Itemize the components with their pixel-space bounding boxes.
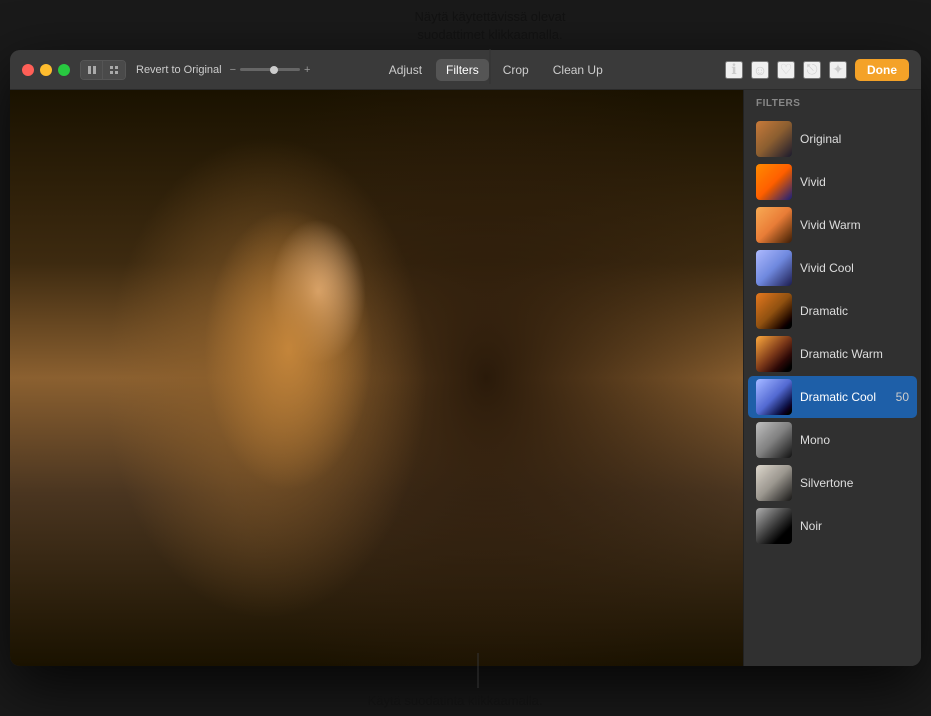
filters-header: FILTERS bbox=[744, 90, 921, 113]
face-button[interactable]: ☺ bbox=[751, 61, 769, 79]
nav-tabs: Adjust Filters Crop Clean Up bbox=[266, 59, 725, 81]
fullscreen-button[interactable] bbox=[58, 64, 70, 76]
minimize-button[interactable] bbox=[40, 64, 52, 76]
filter-name-mono: Mono bbox=[800, 433, 909, 447]
tooltip-bottom: Käytä suodatinta klikkaamalla. bbox=[340, 693, 570, 708]
toolbar-right: ℹ ☺ ♡ ⎋ ✦ Done bbox=[725, 59, 909, 81]
more-button[interactable]: ✦ bbox=[829, 61, 847, 79]
titlebar: Revert to Original − + Adjust Filters Cr… bbox=[10, 50, 921, 90]
filter-thumb-vivid-cool bbox=[756, 250, 792, 286]
filters-panel: FILTERS Original Vivid Vivid Warm Vivid Coo… bbox=[743, 90, 921, 666]
done-button[interactable]: Done bbox=[855, 59, 909, 81]
zoom-slider[interactable] bbox=[240, 68, 300, 71]
filter-thumb-dramatic-warm bbox=[756, 336, 792, 372]
filter-item-original[interactable]: Original bbox=[748, 118, 917, 160]
filter-name-dramatic-warm: Dramatic Warm bbox=[800, 347, 909, 361]
filter-item-dramatic-cool[interactable]: Dramatic Cool 50 bbox=[748, 376, 917, 418]
share-button[interactable]: ⎋ bbox=[803, 61, 821, 79]
filter-thumb-vivid-warm bbox=[756, 207, 792, 243]
content-area: FILTERS Original Vivid Vivid Warm Vivid Coo… bbox=[10, 90, 921, 666]
filter-name-vivid: Vivid bbox=[800, 175, 909, 189]
heart-button[interactable]: ♡ bbox=[777, 61, 795, 79]
view-single-button[interactable] bbox=[81, 61, 103, 79]
tab-filters[interactable]: Filters bbox=[436, 59, 489, 81]
filter-thumb-silvertone bbox=[756, 465, 792, 501]
tab-adjust[interactable]: Adjust bbox=[379, 59, 432, 81]
tab-crop[interactable]: Crop bbox=[493, 59, 539, 81]
info-button[interactable]: ℹ bbox=[725, 61, 743, 79]
filter-item-vivid-cool[interactable]: Vivid Cool bbox=[748, 247, 917, 289]
tab-cleanup[interactable]: Clean Up bbox=[543, 59, 613, 81]
filter-item-dramatic[interactable]: Dramatic bbox=[748, 290, 917, 332]
filter-item-silvertone[interactable]: Silvertone bbox=[748, 462, 917, 504]
filter-value-dramatic-cool: 50 bbox=[896, 390, 909, 404]
filter-item-vivid-warm[interactable]: Vivid Warm bbox=[748, 204, 917, 246]
photo-area bbox=[10, 90, 743, 666]
view-toggle bbox=[80, 60, 126, 80]
filter-name-vivid-cool: Vivid Cool bbox=[800, 261, 909, 275]
zoom-thumb bbox=[270, 66, 278, 74]
filter-item-mono[interactable]: Mono bbox=[748, 419, 917, 461]
filter-list: Original Vivid Vivid Warm Vivid Cool Dramati… bbox=[744, 113, 921, 666]
filter-item-noir[interactable]: Noir bbox=[748, 505, 917, 547]
filter-thumb-dramatic bbox=[756, 293, 792, 329]
filter-thumb-noir bbox=[756, 508, 792, 544]
grid1-icon bbox=[87, 65, 97, 75]
view-grid-button[interactable] bbox=[103, 61, 125, 79]
filter-thumb-original bbox=[756, 121, 792, 157]
filter-name-dramatic: Dramatic bbox=[800, 304, 909, 318]
zoom-minus-icon: − bbox=[230, 64, 236, 76]
filter-thumb-mono bbox=[756, 422, 792, 458]
filter-name-dramatic-cool: Dramatic Cool bbox=[800, 390, 892, 404]
revert-to-original-button[interactable]: Revert to Original bbox=[136, 64, 222, 76]
traffic-lights bbox=[22, 64, 70, 76]
filter-name-vivid-warm: Vivid Warm bbox=[800, 218, 909, 232]
tooltip-top: Näytä käytettävissä olevat suodattimet k… bbox=[380, 8, 600, 44]
grid2-icon bbox=[109, 65, 119, 75]
filter-thumb-dramatic-cool bbox=[756, 379, 792, 415]
tooltip-top-text: Näytä käytettävissä olevat suodattimet k… bbox=[414, 9, 565, 42]
filter-item-vivid[interactable]: Vivid bbox=[748, 161, 917, 203]
filter-name-silvertone: Silvertone bbox=[800, 476, 909, 490]
main-window: Revert to Original − + Adjust Filters Cr… bbox=[10, 50, 921, 666]
filter-name-noir: Noir bbox=[800, 519, 909, 533]
filter-item-dramatic-warm[interactable]: Dramatic Warm bbox=[748, 333, 917, 375]
filter-name-original: Original bbox=[800, 132, 909, 146]
close-button[interactable] bbox=[22, 64, 34, 76]
tooltip-bottom-text: Käytä suodatinta klikkaamalla. bbox=[368, 693, 543, 708]
filter-thumb-vivid bbox=[756, 164, 792, 200]
photo-display bbox=[10, 90, 743, 666]
